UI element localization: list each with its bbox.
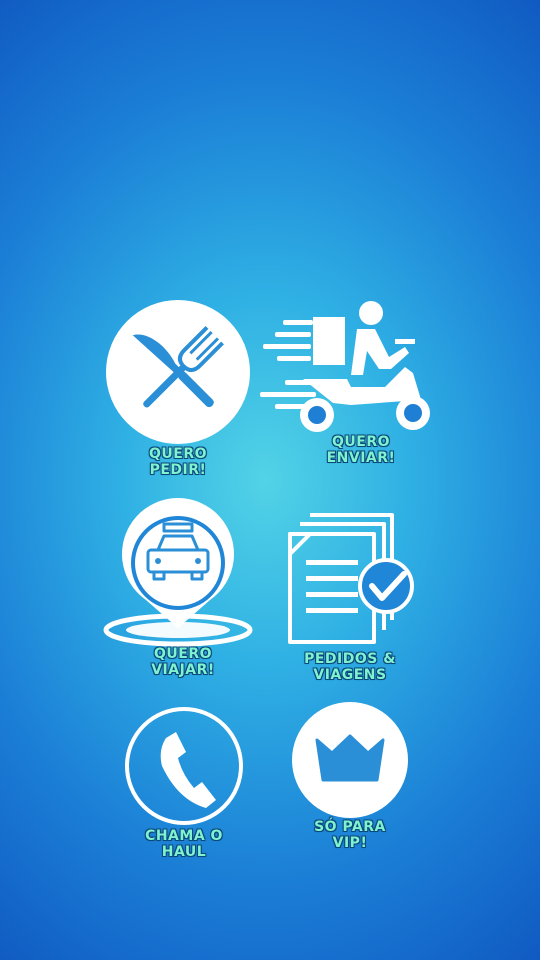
menu-label-pedidos-viagens: PEDIDOS & VIAGENS: [304, 651, 396, 683]
menu-item-quero-pedir[interactable]: QUERO PEDIR!: [100, 300, 260, 490]
delivery-scooter-icon: [260, 301, 430, 432]
fork-knife-icon: [106, 300, 250, 444]
menu-label-quero-pedir: QUERO PEDIR!: [148, 446, 207, 478]
menu-label-quero-viajar: QUERO VIAJAR!: [151, 646, 215, 678]
menu-item-quero-enviar[interactable]: QUERO ENVIAR!: [255, 295, 445, 475]
taxi-pin-icon: [103, 498, 253, 647]
menu-label-quero-enviar: QUERO ENVIAR!: [326, 434, 396, 466]
menu-item-chama-o-haul[interactable]: CHAMA O HAUL: [120, 700, 260, 870]
phone-icon: [125, 707, 243, 825]
menu-item-so-para-vip[interactable]: SÓ PARA VIP!: [285, 700, 415, 860]
menu-label-so-para-vip: SÓ PARA VIP!: [314, 819, 386, 851]
menu-item-pedidos-viagens[interactable]: PEDIDOS & VIAGENS: [280, 510, 420, 690]
menu-item-quero-viajar[interactable]: QUERO VIAJAR!: [100, 498, 260, 690]
crown-icon: [292, 702, 408, 818]
menu-label-chama-o-haul: CHAMA O HAUL: [145, 828, 223, 860]
documents-check-icon: [288, 513, 414, 644]
